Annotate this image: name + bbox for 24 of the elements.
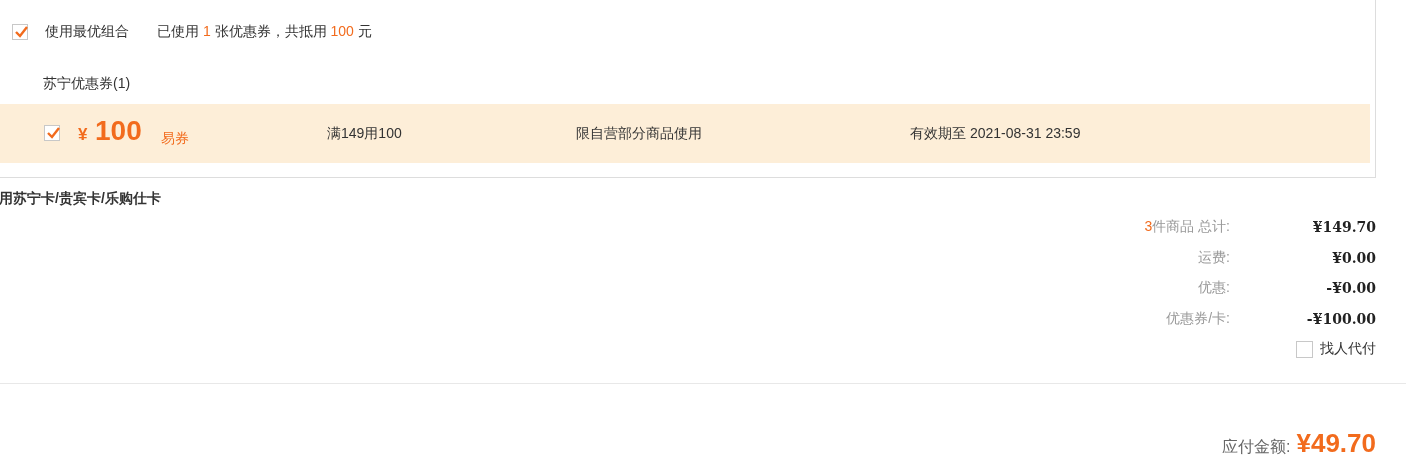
coupon-type: 易券 (161, 130, 189, 148)
checkbox[interactable] (44, 125, 60, 141)
option-label: 使用最优组合 (45, 23, 129, 41)
group-title: 苏宁优惠券(1) (43, 75, 131, 93)
coupon-summary: 已使用 1 张优惠券，共抵用 100 元 (157, 23, 372, 41)
summary-label: 优惠券/卡: (1166, 309, 1230, 328)
summary-value: -¥0.00 (1325, 280, 1376, 297)
coupon-scope: 限自营部分商品使用 (576, 125, 702, 143)
summary-label: 优惠: (1198, 279, 1230, 298)
coupon-rule: 满149用100 (327, 125, 402, 143)
coupon-validity: 有效期至 2021-08-31 23:59 (910, 125, 1081, 143)
currency-sign: ¥ (78, 125, 88, 145)
summary-value: -¥100.00 (1305, 310, 1376, 327)
summary-value: ¥0.00 (1331, 249, 1376, 266)
coupon-amount: 100 (95, 115, 142, 147)
total-label: 应付金额: (1222, 437, 1291, 457)
checkbox[interactable] (1296, 340, 1313, 358)
total-amount: ¥49.70 (1296, 428, 1376, 459)
summary-value: ¥149.70 (1311, 219, 1376, 236)
checkbox[interactable] (12, 24, 28, 40)
coupon-row[interactable]: ¥ 100 易券 满149用100 限自营部分商品使用 有效期至 2021-08-31 23:59 (0, 104, 1370, 163)
summary-label: 3件商品 总计: (1144, 218, 1230, 237)
checkbox-label: 找人代付 (1320, 340, 1376, 358)
summary-label: 运费: (1198, 248, 1230, 267)
